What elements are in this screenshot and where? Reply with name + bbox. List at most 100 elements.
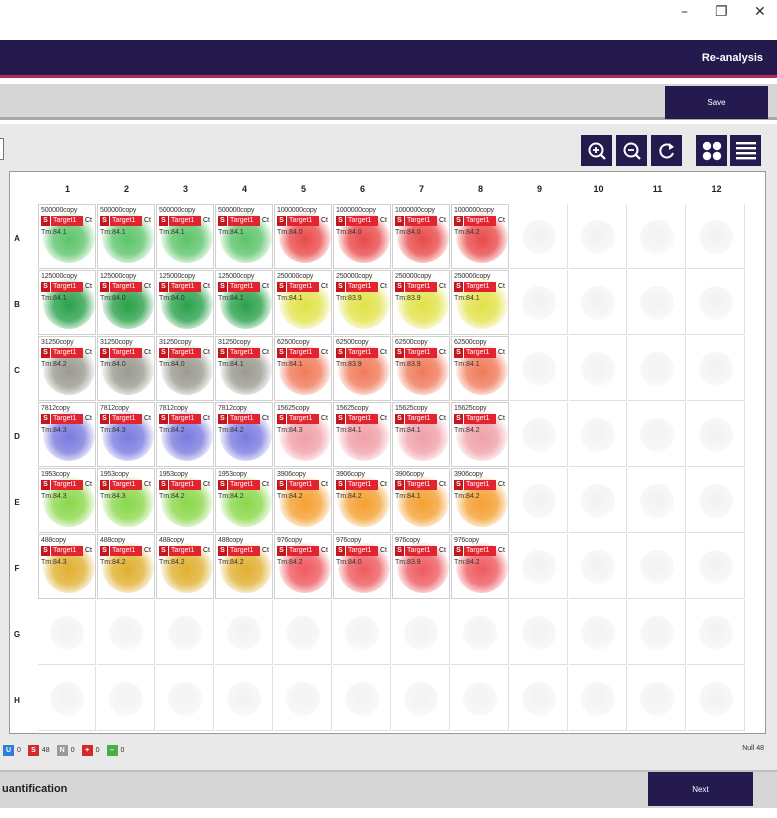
- row-header[interactable]: A: [10, 234, 24, 243]
- well-filled[interactable]: 976copy S Target1 Ct Tm:84.0: [333, 534, 391, 599]
- legend-swatch[interactable]: –: [106, 744, 118, 756]
- row-header[interactable]: H: [10, 696, 24, 705]
- well-filled[interactable]: 488copy S Target1 Ct Tm:84.2: [215, 534, 273, 599]
- well-filled[interactable]: 31250copy S Target1 Ct Tm:84.2: [38, 336, 96, 401]
- well-empty[interactable]: [510, 402, 568, 467]
- well-empty[interactable]: [510, 666, 568, 731]
- well-empty[interactable]: [38, 600, 96, 665]
- well-filled[interactable]: 7812copy S Target1 Ct Tm:84.2: [215, 402, 273, 467]
- well-empty[interactable]: [97, 600, 155, 665]
- well-empty[interactable]: [628, 204, 686, 269]
- well-filled[interactable]: 7812copy S Target1 Ct Tm:84.3: [38, 402, 96, 467]
- row-header[interactable]: B: [10, 300, 24, 309]
- column-header[interactable]: 12: [687, 184, 746, 194]
- well-filled[interactable]: 7812copy S Target1 Ct Tm:84.3: [97, 402, 155, 467]
- column-header[interactable]: 9: [510, 184, 569, 194]
- column-header[interactable]: 11: [628, 184, 687, 194]
- well-filled[interactable]: 250000copy S Target1 Ct Tm:83.9: [392, 270, 450, 335]
- column-header[interactable]: 10: [569, 184, 628, 194]
- well-empty[interactable]: [687, 666, 745, 731]
- well-empty[interactable]: [510, 600, 568, 665]
- well-empty[interactable]: [333, 666, 391, 731]
- well-filled[interactable]: 15625copy S Target1 Ct Tm:84.2: [451, 402, 509, 467]
- well-filled[interactable]: 31250copy S Target1 Ct Tm:84.1: [215, 336, 273, 401]
- well-empty[interactable]: [392, 666, 450, 731]
- column-header[interactable]: 3: [156, 184, 215, 194]
- well-empty[interactable]: [274, 666, 332, 731]
- well-filled[interactable]: 31250copy S Target1 Ct Tm:84.0: [97, 336, 155, 401]
- well-filled[interactable]: 3906copy S Target1 Ct Tm:84.1: [392, 468, 450, 533]
- well-filled[interactable]: 15625copy S Target1 Ct Tm:84.1: [392, 402, 450, 467]
- well-filled[interactable]: 3906copy S Target1 Ct Tm:84.2: [451, 468, 509, 533]
- column-header[interactable]: 6: [333, 184, 392, 194]
- column-header[interactable]: 2: [97, 184, 156, 194]
- row-header[interactable]: C: [10, 366, 24, 375]
- zoom-in-button[interactable]: [581, 135, 612, 166]
- well-empty[interactable]: [569, 468, 627, 533]
- well-filled[interactable]: 1953copy S Target1 Ct Tm:84.3: [38, 468, 96, 533]
- well-filled[interactable]: 62500copy S Target1 Ct Tm:84.1: [451, 336, 509, 401]
- well-empty[interactable]: [687, 402, 745, 467]
- well-filled[interactable]: 125000copy S Target1 Ct Tm:84.1: [38, 270, 96, 335]
- well-filled[interactable]: 488copy S Target1 Ct Tm:84.2: [97, 534, 155, 599]
- well-empty[interactable]: [569, 534, 627, 599]
- well-empty[interactable]: [274, 600, 332, 665]
- well-filled[interactable]: 500000copy S Target1 Ct Tm:84.1: [215, 204, 273, 269]
- well-filled[interactable]: 1953copy S Target1 Ct Tm:84.3: [97, 468, 155, 533]
- well-empty[interactable]: [687, 468, 745, 533]
- well-empty[interactable]: [333, 600, 391, 665]
- well-empty[interactable]: [628, 600, 686, 665]
- well-filled[interactable]: 62500copy S Target1 Ct Tm:83.9: [392, 336, 450, 401]
- well-filled[interactable]: 31250copy S Target1 Ct Tm:84.0: [156, 336, 214, 401]
- reset-view-button[interactable]: [651, 135, 682, 166]
- well-empty[interactable]: [510, 204, 568, 269]
- well-filled[interactable]: 488copy S Target1 Ct Tm:84.2: [156, 534, 214, 599]
- well-empty[interactable]: [628, 468, 686, 533]
- column-header[interactable]: 8: [451, 184, 510, 194]
- well-filled[interactable]: 1953copy S Target1 Ct Tm:84.2: [215, 468, 273, 533]
- well-empty[interactable]: [687, 270, 745, 335]
- well-empty[interactable]: [628, 336, 686, 401]
- well-empty[interactable]: [156, 666, 214, 731]
- well-empty[interactable]: [687, 204, 745, 269]
- well-filled[interactable]: 250000copy S Target1 Ct Tm:84.1: [451, 270, 509, 335]
- well-empty[interactable]: [569, 336, 627, 401]
- well-empty[interactable]: [510, 336, 568, 401]
- list-view-button[interactable]: [730, 135, 761, 166]
- well-filled[interactable]: 1000000copy S Target1 Ct Tm:84.0: [333, 204, 391, 269]
- well-empty[interactable]: [97, 666, 155, 731]
- collapsed-panel-edge[interactable]: [0, 138, 4, 160]
- legend-swatch[interactable]: +: [81, 744, 93, 756]
- row-header[interactable]: G: [10, 630, 24, 639]
- well-filled[interactable]: 15625copy S Target1 Ct Tm:84.1: [333, 402, 391, 467]
- well-filled[interactable]: 250000copy S Target1 Ct Tm:84.1: [274, 270, 332, 335]
- well-empty[interactable]: [569, 600, 627, 665]
- well-filled[interactable]: 125000copy S Target1 Ct Tm:84.0: [156, 270, 214, 335]
- row-header[interactable]: D: [10, 432, 24, 441]
- well-filled[interactable]: 15625copy S Target1 Ct Tm:84.3: [274, 402, 332, 467]
- minimize-icon[interactable]: –: [681, 4, 688, 20]
- legend-swatch[interactable]: N: [56, 744, 68, 756]
- well-filled[interactable]: 62500copy S Target1 Ct Tm:83.9: [333, 336, 391, 401]
- well-filled[interactable]: 1000000copy S Target1 Ct Tm:84.2: [451, 204, 509, 269]
- legend-swatch[interactable]: S: [27, 744, 39, 756]
- well-empty[interactable]: [215, 666, 273, 731]
- well-filled[interactable]: 500000copy S Target1 Ct Tm:84.1: [156, 204, 214, 269]
- well-empty[interactable]: [215, 600, 273, 665]
- close-icon[interactable]: ✕: [754, 4, 766, 20]
- well-empty[interactable]: [628, 534, 686, 599]
- zoom-out-button[interactable]: [616, 135, 647, 166]
- grid-view-button[interactable]: [696, 135, 727, 166]
- well-empty[interactable]: [687, 600, 745, 665]
- well-empty[interactable]: [628, 270, 686, 335]
- well-empty[interactable]: [687, 336, 745, 401]
- next-button[interactable]: Next: [648, 772, 753, 806]
- well-empty[interactable]: [628, 666, 686, 731]
- well-filled[interactable]: 3906copy S Target1 Ct Tm:84.2: [333, 468, 391, 533]
- well-filled[interactable]: 7812copy S Target1 Ct Tm:84.2: [156, 402, 214, 467]
- well-filled[interactable]: 62500copy S Target1 Ct Tm:84.1: [274, 336, 332, 401]
- column-header[interactable]: 1: [38, 184, 97, 194]
- well-filled[interactable]: 976copy S Target1 Ct Tm:83.9: [392, 534, 450, 599]
- column-header[interactable]: 4: [215, 184, 274, 194]
- well-empty[interactable]: [38, 666, 96, 731]
